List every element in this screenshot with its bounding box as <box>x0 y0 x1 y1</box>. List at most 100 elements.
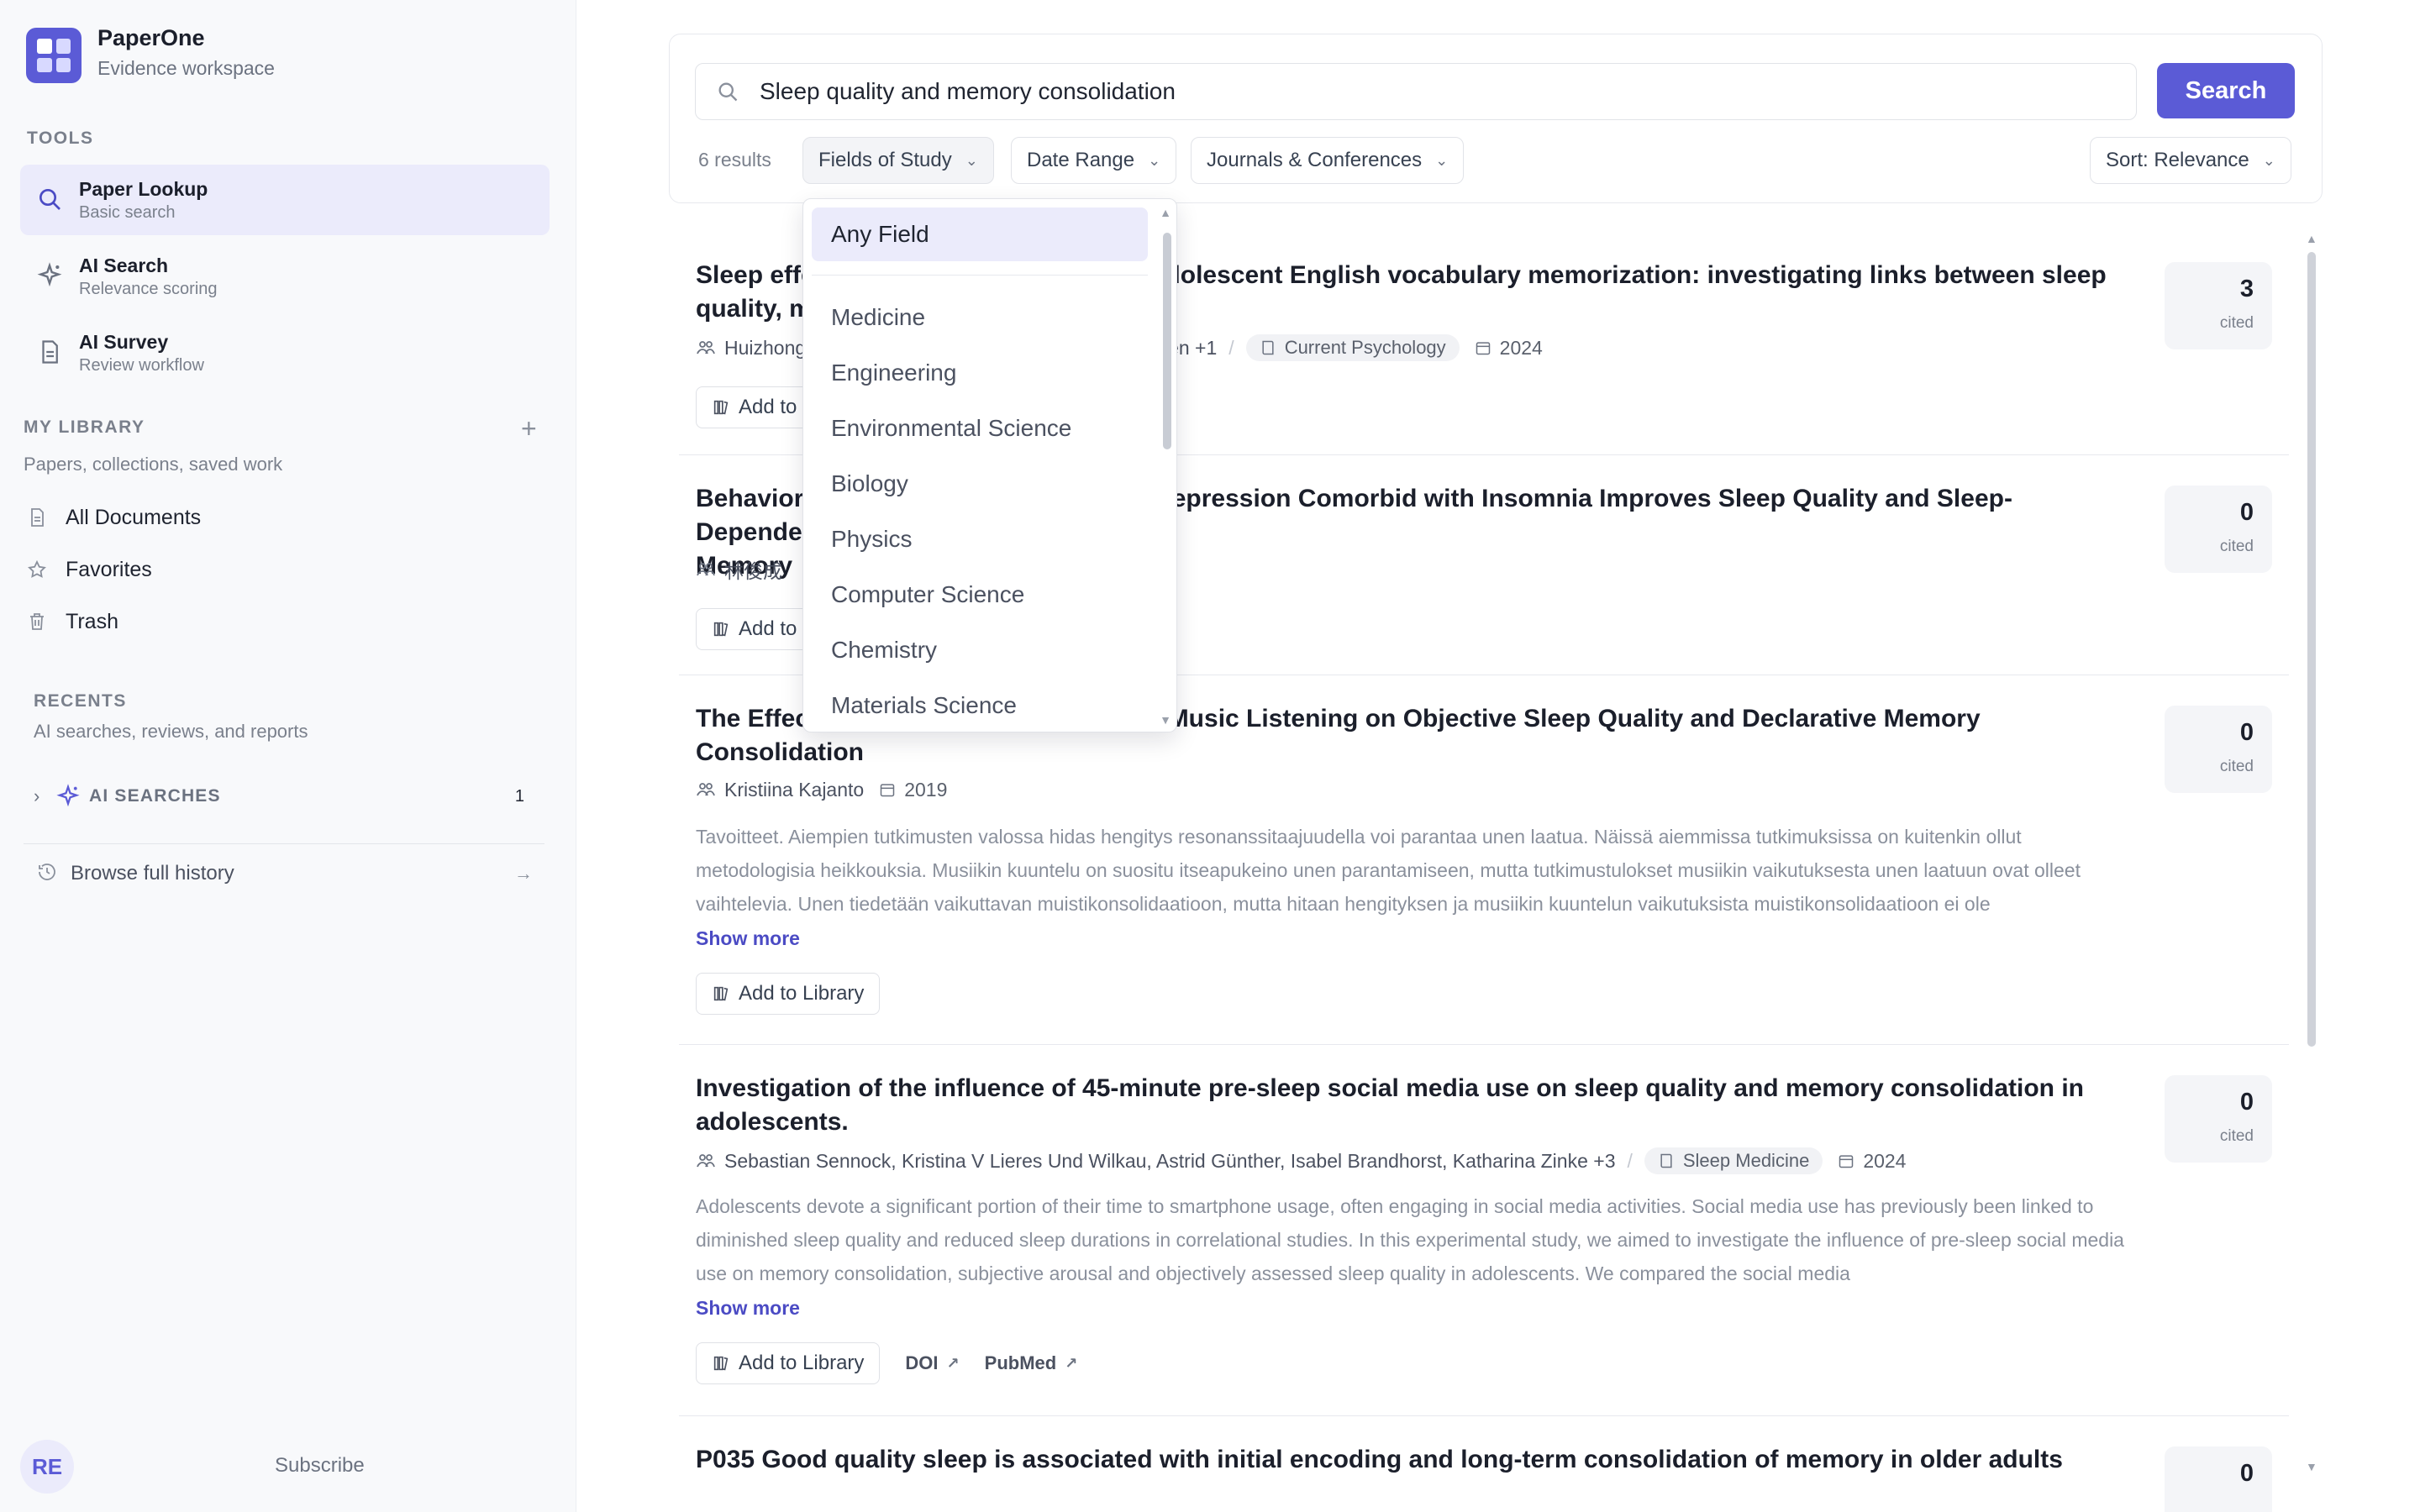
chevron-down-icon: ⌄ <box>1148 151 1161 169</box>
result-card: The Effec d Music Listening on Objective … <box>679 702 2289 1045</box>
library-item-label: Favorites <box>66 557 152 581</box>
app-logo-icon <box>26 28 82 83</box>
library-item-trash[interactable]: Trash <box>24 603 528 640</box>
field-option[interactable]: Engineering <box>812 346 1148 400</box>
external-link-icon: ↗ <box>946 1354 960 1372</box>
date-range-filter[interactable]: Date Range ⌄ <box>1011 137 1177 184</box>
result-title-end: d Music Listening on Objective Sleep Qua… <box>1145 705 1981 732</box>
field-option[interactable]: Materials Science <box>812 679 1148 732</box>
add-label: Add to <box>739 617 797 640</box>
field-option[interactable]: Biology <box>812 457 1148 511</box>
bookmark-icon <box>712 1354 730 1373</box>
nav-ai-search[interactable]: AI Search Relevance scoring <box>20 241 550 312</box>
pubmed-link[interactable]: PubMed ↗ <box>985 1352 1078 1374</box>
sidebar: PaperOne Evidence workspace TOOLS Paper … <box>0 0 576 1512</box>
add-to-library-button[interactable]: Add to Library <box>696 973 881 1015</box>
cited-label: cited <box>2219 1127 2254 1145</box>
result-meta: Kristiina Kajanto 2019 <box>696 776 947 803</box>
ai-searches-count: 1 <box>514 786 524 806</box>
result-title-line2: quality, m <box>696 295 812 323</box>
result-meta: Sebastian Sennock, Kristina V Lieres Und… <box>696 1147 1906 1174</box>
cited-number: 0 <box>2239 1089 2254 1116</box>
browse-history-link[interactable]: Browse full history → <box>37 857 541 890</box>
result-year: 2019 <box>879 779 947 801</box>
result-abstract: Adolescents devote a significant portion… <box>696 1195 2124 1284</box>
trash-icon <box>24 608 50 635</box>
calendar-icon <box>1838 1152 1854 1169</box>
scroll-up-icon[interactable]: ▲ <box>2306 232 2317 245</box>
citation-count: 0 cited <box>2165 1075 2272 1163</box>
search-button[interactable]: Search <box>2157 63 2295 118</box>
add-label: Add to Library <box>739 1352 865 1374</box>
cited-label: cited <box>2219 538 2254 555</box>
authors-icon <box>696 338 716 358</box>
result-year: 2024 <box>1475 337 1543 360</box>
field-option[interactable]: Medicine <box>812 291 1148 344</box>
citation-count: 3 cited <box>2165 262 2272 349</box>
library-section-label: MY LIBRARY <box>24 417 145 437</box>
user-avatar[interactable]: RE <box>20 1440 74 1494</box>
sparkle-icon <box>34 260 66 291</box>
journals-filter[interactable]: Journals & Conferences ⌄ <box>1191 137 1465 184</box>
nav-ai-survey[interactable]: AI Survey Review workflow <box>20 318 550 388</box>
nav-title: Paper Lookup <box>79 178 208 200</box>
add-to-library-button[interactable]: Add to <box>696 386 813 428</box>
show-more-link[interactable]: Show more <box>696 927 800 950</box>
fields-of-study-filter[interactable]: Fields of Study ⌄ <box>802 137 994 184</box>
field-option-any[interactable]: Any Field <box>812 207 1148 261</box>
nav-paper-lookup[interactable]: Paper Lookup Basic search <box>20 165 550 235</box>
ai-searches-group[interactable]: › AI SEARCHES 1 <box>34 780 538 813</box>
external-link-icon: ↗ <box>1065 1354 1078 1372</box>
scroll-up-icon[interactable]: ▲ <box>1160 206 1171 219</box>
field-option[interactable]: Environmental Science <box>812 402 1148 455</box>
result-authors: 林俊成 <box>724 560 782 582</box>
cited-number: 0 <box>2239 499 2254 526</box>
search-icon <box>34 183 66 215</box>
add-to-library-button[interactable]: Add to <box>696 608 813 650</box>
pubmed-label: PubMed <box>984 1352 1057 1373</box>
result-title[interactable]: Investigation of the influence of 45-min… <box>696 1072 2124 1139</box>
result-title[interactable]: P035 Good quality sleep is associated wi… <box>696 1443 2124 1477</box>
recents-section-desc: AI searches, reviews, and reports <box>34 721 308 742</box>
result-actions: Add to <box>696 608 813 650</box>
search-input[interactable] <box>760 78 2104 105</box>
doi-link[interactable]: DOI ↗ <box>905 1352 959 1374</box>
dropdown-scrollbar[interactable] <box>1163 233 1171 449</box>
history-label: Browse full history <box>71 862 234 885</box>
cited-number: 3 <box>2239 276 2254 302</box>
field-option[interactable]: Computer Science <box>812 568 1148 622</box>
add-collection-button[interactable]: + <box>521 415 537 442</box>
results-scrollbar[interactable] <box>2307 252 2316 1047</box>
library-item-all-documents[interactable]: All Documents <box>24 499 528 536</box>
scroll-down-icon[interactable]: ▼ <box>1160 713 1171 727</box>
search-panel: Search 6 results Fields of Study ⌄ Date R… <box>669 34 2323 203</box>
year-value: 2019 <box>904 778 948 801</box>
library-item-favorites[interactable]: Favorites <box>24 551 528 588</box>
add-to-library-button[interactable]: Add to Library <box>696 1342 881 1384</box>
journal-icon <box>1260 339 1276 356</box>
library-item-label: All Documents <box>66 505 202 529</box>
citation-count: 0 cited <box>2165 706 2272 793</box>
bookmark-icon <box>712 620 730 638</box>
subscribe-button[interactable]: Subscribe <box>275 1454 365 1478</box>
citation-count: 0 <box>2165 1446 2272 1512</box>
search-field[interactable] <box>695 63 2137 120</box>
sort-dropdown[interactable]: Sort: Relevance ⌄ <box>2090 137 2291 184</box>
venue-badge[interactable]: Current Psychology <box>1245 334 1460 361</box>
field-option[interactable]: Chemistry <box>812 623 1148 677</box>
bookmark-icon <box>712 398 730 417</box>
sort-label: Sort: Relevance <box>2106 149 2249 171</box>
divider <box>812 275 1148 276</box>
show-more-link[interactable]: Show more <box>696 1297 800 1320</box>
scroll-down-icon[interactable]: ▼ <box>2306 1460 2317 1473</box>
fields-of-study-menu: Any Field Medicine Engineering Environme… <box>802 198 1177 732</box>
venue-badge[interactable]: Sleep Medicine <box>1644 1147 1823 1174</box>
nav-subtitle: Review workflow <box>79 356 204 375</box>
arrow-right-icon: → <box>514 863 533 884</box>
app-subtitle: Evidence workspace <box>97 57 275 79</box>
chevron-down-icon: ⌄ <box>2262 151 2275 169</box>
authors-icon <box>696 780 716 800</box>
field-option[interactable]: Physics <box>812 512 1148 566</box>
result-title-end: adolescent English vocabulary memorizati… <box>1150 261 2107 289</box>
result-abstract: Tavoitteet. Aiempien tutkimusten valossa… <box>696 826 2081 915</box>
